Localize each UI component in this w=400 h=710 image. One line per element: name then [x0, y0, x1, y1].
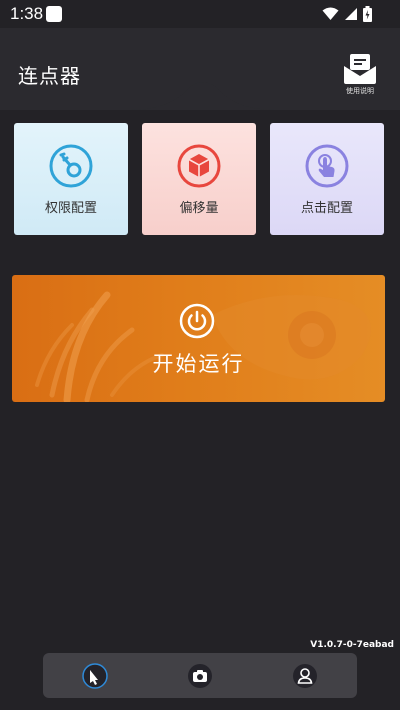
nav-click-tool[interactable]: [81, 662, 109, 690]
feature-cards: 权限配置 偏移量 点击配置: [14, 123, 386, 235]
envelope-icon: [344, 54, 376, 84]
status-bar: 1:38: [0, 0, 400, 28]
battery-charging-icon: [363, 6, 372, 22]
card-label: 偏移量: [179, 201, 219, 216]
key-icon: [49, 144, 93, 188]
header-wave-decoration: [130, 82, 275, 110]
nav-profile[interactable]: [291, 662, 319, 690]
card-click-config[interactable]: 点击配置: [270, 123, 384, 235]
help-label: 使用说明: [346, 87, 374, 95]
card-label: 点击配置: [300, 201, 353, 216]
help-button[interactable]: 使用说明: [340, 54, 380, 102]
bottom-nav: [43, 653, 357, 698]
touch-finger-icon: [305, 144, 349, 188]
card-label: 权限配置: [44, 201, 97, 216]
cube-icon: [177, 144, 221, 188]
start-run-button[interactable]: 开始运行: [12, 275, 385, 402]
status-time: 1:38: [10, 4, 44, 23]
card-permission-config[interactable]: 权限配置: [14, 123, 128, 235]
wifi-icon: [322, 7, 339, 20]
card-offset[interactable]: 偏移量: [142, 123, 256, 235]
nav-screenshot[interactable]: [186, 662, 214, 690]
app-title: 连点器: [18, 64, 81, 88]
camera-icon: [188, 664, 212, 688]
user-icon: [293, 664, 317, 688]
version-label: V1.0.7-0-7eabad: [310, 640, 394, 650]
notification-square-icon: [46, 6, 62, 22]
start-run-label: 开始运行: [152, 352, 245, 376]
hand-cursor-icon: [82, 663, 108, 689]
power-icon: [179, 303, 215, 339]
status-icons: [322, 5, 372, 23]
signal-icon: [345, 8, 357, 20]
